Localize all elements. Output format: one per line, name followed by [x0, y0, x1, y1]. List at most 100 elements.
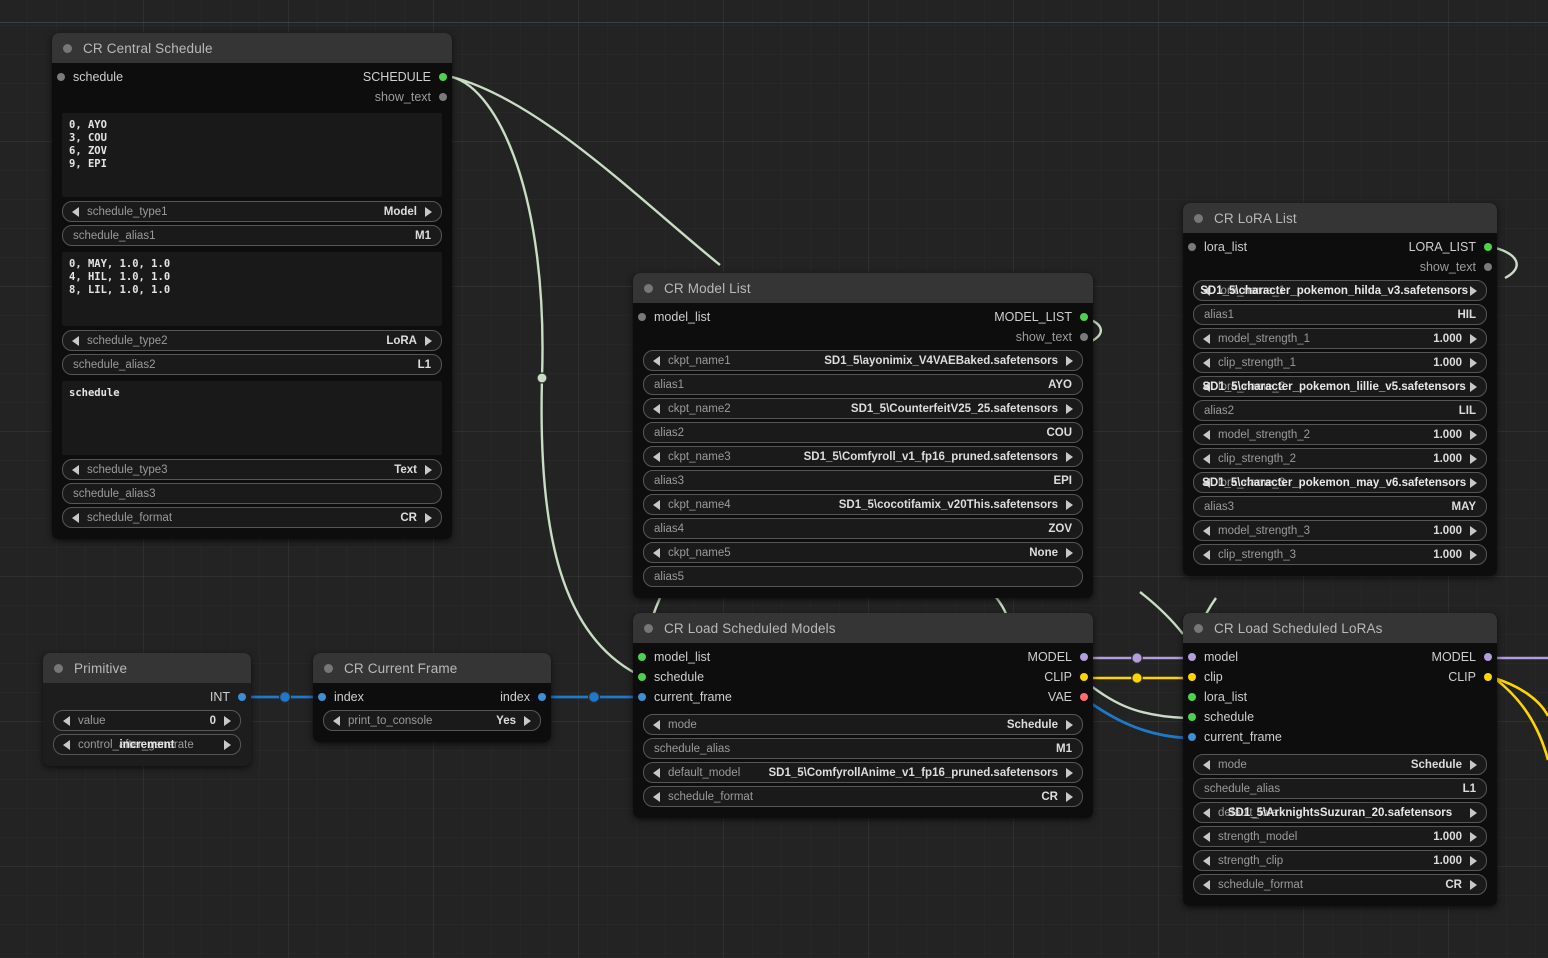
chevron-left-icon[interactable]: [653, 548, 660, 558]
widget-clip-strength-1[interactable]: clip_strength_1 1.000: [1193, 352, 1487, 373]
widget-alias3[interactable]: alias3 MAY: [1193, 496, 1487, 517]
chevron-left-icon[interactable]: [1203, 550, 1210, 560]
slot-row[interactable]: index index: [313, 687, 551, 707]
slot-row[interactable]: INT: [43, 687, 251, 707]
chevron-right-icon[interactable]: [1470, 880, 1477, 890]
chevron-right-icon[interactable]: [1066, 548, 1073, 558]
chevron-right-icon[interactable]: [425, 513, 432, 523]
slot-row[interactable]: clip CLIP: [1183, 667, 1497, 687]
node-header[interactable]: CR Central Schedule: [52, 33, 452, 63]
chevron-left-icon[interactable]: [653, 452, 660, 462]
output-slot-model-icon[interactable]: [1484, 653, 1492, 661]
chevron-right-icon[interactable]: [1470, 808, 1477, 818]
chevron-right-icon[interactable]: [1470, 286, 1477, 296]
widget-model-strength-1[interactable]: model_strength_1 1.000: [1193, 328, 1487, 349]
chevron-right-icon[interactable]: [1470, 526, 1477, 536]
widget-ckpt-name3[interactable]: ckpt_name3 SD1_5\Comfyroll_v1_fp16_prune…: [643, 446, 1083, 467]
widget-ckpt-name1[interactable]: ckpt_name1 SD1_5\ayonimix_V4VAEBaked.saf…: [643, 350, 1083, 371]
chevron-right-icon[interactable]: [1470, 382, 1477, 392]
widget-ckpt-name4[interactable]: ckpt_name4 SD1_5\cocotifamix_v20This.saf…: [643, 494, 1083, 515]
chevron-right-icon[interactable]: [1470, 832, 1477, 842]
output-slot-schedule-icon[interactable]: [439, 73, 447, 81]
input-slot-model-icon[interactable]: [1188, 653, 1196, 661]
chevron-right-icon[interactable]: [425, 336, 432, 346]
chevron-right-icon[interactable]: [524, 716, 531, 726]
collapse-dot-icon[interactable]: [1194, 214, 1203, 223]
widget-schedule-alias2[interactable]: schedule_alias2 L1: [62, 354, 442, 375]
widget-schedule-format[interactable]: schedule_format CR: [643, 786, 1083, 807]
chevron-left-icon[interactable]: [1203, 856, 1210, 866]
chevron-left-icon[interactable]: [72, 207, 79, 217]
widget-schedule-alias3[interactable]: schedule_alias3: [62, 483, 442, 504]
chevron-left-icon[interactable]: [1203, 430, 1210, 440]
slot-row[interactable]: current_frame VAE: [633, 687, 1093, 707]
collapse-dot-icon[interactable]: [644, 284, 653, 293]
collapse-dot-icon[interactable]: [54, 664, 63, 673]
node-primitive[interactable]: Primitive INT value 0 control_after_gene…: [43, 653, 251, 766]
widget-alias1[interactable]: alias1 HIL: [1193, 304, 1487, 325]
widget-lora-name-1[interactable]: lora_name_1 SD1_5\character_pokemon_hild…: [1193, 280, 1487, 301]
collapse-dot-icon[interactable]: [644, 624, 653, 633]
chevron-right-icon[interactable]: [1066, 768, 1073, 778]
chevron-left-icon[interactable]: [1203, 526, 1210, 536]
slot-row[interactable]: current_frame: [1183, 727, 1497, 747]
slot-row[interactable]: show_text: [52, 87, 452, 107]
node-cr-load-scheduled-loras[interactable]: CR Load Scheduled LoRAs model MODEL clip…: [1183, 613, 1497, 906]
input-slot-lora-list-icon[interactable]: [1188, 693, 1196, 701]
input-slot-index-icon[interactable]: [318, 693, 326, 701]
widget-lora-name-2[interactable]: lora_name_2 SD1_5\character_pokemon_lill…: [1193, 376, 1487, 397]
input-slot-current-frame-icon[interactable]: [638, 693, 646, 701]
widget-alias4[interactable]: alias4 ZOV: [643, 518, 1083, 539]
chevron-right-icon[interactable]: [425, 207, 432, 217]
widget-schedule-alias[interactable]: schedule_alias M1: [643, 738, 1083, 759]
widget-schedule-format[interactable]: schedule_format CR: [62, 507, 442, 528]
output-slot-int-icon[interactable]: [238, 693, 246, 701]
collapse-dot-icon[interactable]: [1194, 624, 1203, 633]
chevron-right-icon[interactable]: [1066, 720, 1073, 730]
widget-control-after-generate[interactable]: control_after_generate increment: [53, 734, 241, 755]
input-slot-clip-icon[interactable]: [1188, 673, 1196, 681]
chevron-left-icon[interactable]: [72, 513, 79, 523]
node-header[interactable]: CR LoRA List: [1183, 203, 1497, 233]
node-cr-model-list[interactable]: CR Model List model_list MODEL_LIST show…: [633, 273, 1093, 598]
output-slot-model-list-icon[interactable]: [1080, 313, 1088, 321]
chevron-right-icon[interactable]: [1470, 760, 1477, 770]
slot-row[interactable]: model MODEL: [1183, 647, 1497, 667]
chevron-right-icon[interactable]: [1470, 478, 1477, 488]
widget-alias5[interactable]: alias5: [643, 566, 1083, 587]
input-slot-model-list-icon[interactable]: [638, 653, 646, 661]
output-slot-show-text-icon[interactable]: [1080, 333, 1088, 341]
widget-schedule-format[interactable]: schedule_format CR: [1193, 874, 1487, 895]
output-slot-index-icon[interactable]: [538, 693, 546, 701]
node-graph-canvas[interactable]: CR Central Schedule schedule SCHEDULE sh…: [0, 0, 1548, 958]
widget-mode[interactable]: mode Schedule: [1193, 754, 1487, 775]
widget-print-to-console[interactable]: print_to_console Yes: [323, 710, 541, 731]
slot-row[interactable]: schedule: [1183, 707, 1497, 727]
slot-row[interactable]: lora_list: [1183, 687, 1497, 707]
widget-clip-strength-2[interactable]: clip_strength_2 1.000: [1193, 448, 1487, 469]
widget-default-lora[interactable]: default_lora SD1_5\ArknightsSuzuran_20.s…: [1193, 802, 1487, 823]
chevron-left-icon[interactable]: [333, 716, 340, 726]
output-slot-clip-icon[interactable]: [1484, 673, 1492, 681]
chevron-right-icon[interactable]: [1470, 358, 1477, 368]
chevron-left-icon[interactable]: [72, 465, 79, 475]
chevron-left-icon[interactable]: [63, 740, 70, 750]
input-slot-schedule-icon[interactable]: [57, 73, 65, 81]
node-cr-central-schedule[interactable]: CR Central Schedule schedule SCHEDULE sh…: [52, 33, 452, 539]
slot-row[interactable]: model_list MODEL: [633, 647, 1093, 667]
chevron-left-icon[interactable]: [1203, 358, 1210, 368]
node-header[interactable]: CR Load Scheduled Models: [633, 613, 1093, 643]
widget-schedule-type1[interactable]: schedule_type1 Model: [62, 201, 442, 222]
slot-row[interactable]: show_text: [633, 327, 1093, 347]
collapse-dot-icon[interactable]: [63, 44, 72, 53]
input-slot-schedule-icon[interactable]: [638, 673, 646, 681]
widget-schedule-type2[interactable]: schedule_type2 LoRA: [62, 330, 442, 351]
chevron-right-icon[interactable]: [224, 740, 231, 750]
widget-schedule-type3[interactable]: schedule_type3 Text: [62, 459, 442, 480]
widget-mode[interactable]: mode Schedule: [643, 714, 1083, 735]
chevron-right-icon[interactable]: [1470, 334, 1477, 344]
chevron-right-icon[interactable]: [1066, 792, 1073, 802]
chevron-left-icon[interactable]: [653, 792, 660, 802]
widget-alias2[interactable]: alias2 COU: [643, 422, 1083, 443]
widget-ckpt-name5[interactable]: ckpt_name5 None: [643, 542, 1083, 563]
